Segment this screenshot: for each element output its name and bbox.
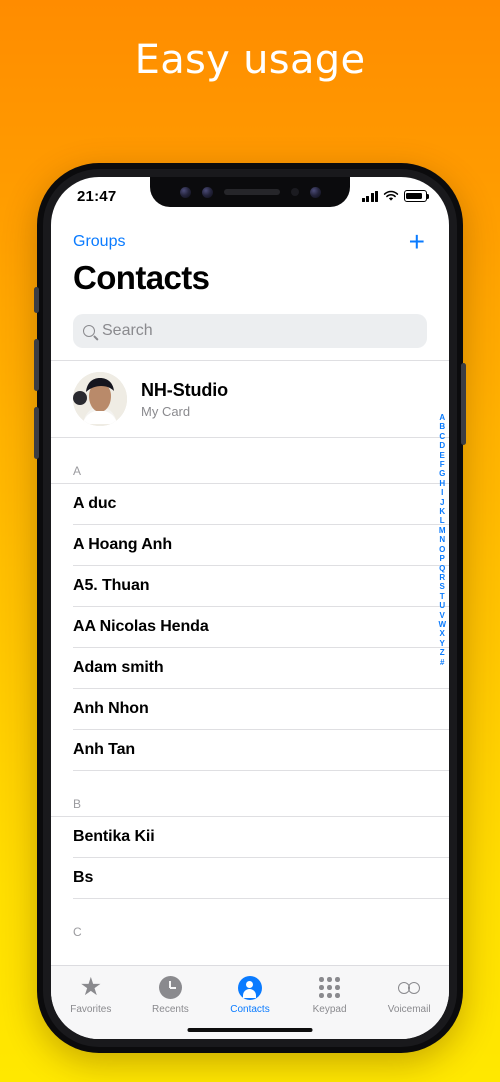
volume-up-button[interactable] — [34, 339, 39, 391]
list-item[interactable]: Bs — [51, 858, 449, 898]
list-item[interactable]: A duc — [51, 484, 449, 524]
tab-keypad[interactable]: Keypad — [290, 975, 370, 1015]
front-camera-icon — [309, 186, 321, 198]
notch — [150, 177, 350, 207]
volume-down-button[interactable] — [34, 407, 39, 459]
groups-button[interactable]: Groups — [73, 233, 125, 251]
page-title: Contacts — [73, 259, 210, 296]
alphabet-index-letter[interactable]: M — [439, 526, 446, 535]
search-input[interactable]: Search — [73, 314, 427, 348]
list-item[interactable]: Anh Tan — [51, 730, 449, 770]
alphabet-index-letter[interactable]: P — [440, 554, 445, 563]
list-item[interactable]: Bentika Kii — [51, 817, 449, 857]
status-time: 21:47 — [77, 187, 117, 205]
alphabet-index-letter[interactable]: X — [440, 629, 445, 638]
avatar — [73, 372, 127, 426]
alphabet-index-letter[interactable]: H — [439, 479, 445, 488]
wifi-icon — [383, 190, 399, 201]
search-icon — [83, 325, 95, 337]
list-item[interactable]: AA Nicolas Henda — [51, 607, 449, 647]
alphabet-index-letter[interactable]: B — [439, 422, 445, 431]
alphabet-index-letter[interactable]: A — [439, 413, 445, 422]
add-contact-button[interactable]: + — [409, 228, 427, 256]
star-icon: ★ — [79, 973, 102, 1001]
battery-icon — [404, 190, 430, 202]
clock-icon — [158, 975, 182, 1000]
camera-lens-icon — [179, 186, 191, 198]
alphabet-index-letter[interactable]: R — [439, 573, 445, 582]
alphabet-index-letter[interactable]: J — [440, 498, 444, 507]
tab-label: Recents — [152, 1004, 189, 1015]
ir-camera-icon — [201, 186, 213, 198]
keypad-dots-icon — [319, 975, 340, 1000]
alphabet-index-letter[interactable]: K — [439, 507, 445, 516]
section-header-c: C — [73, 925, 82, 939]
search-container: Search — [73, 314, 427, 348]
mute-switch-button[interactable] — [34, 287, 39, 313]
my-card-subtitle: My Card — [141, 403, 191, 419]
list-item[interactable]: A Hoang Anh — [51, 525, 449, 565]
tab-label: Favorites — [70, 1004, 112, 1015]
voicemail-icon — [398, 975, 421, 1000]
alphabet-index-letter[interactable]: F — [440, 460, 445, 469]
tab-recents[interactable]: Recents — [131, 975, 211, 1015]
tab-label: Contacts — [230, 1004, 270, 1015]
earpiece-speaker-icon — [223, 189, 280, 195]
list-item[interactable]: A5. Thuan — [51, 566, 449, 606]
status-indicators — [361, 186, 430, 202]
phone-mockup: 21:47 Groups + Contacts Search NH-Studio… — [34, 163, 466, 1053]
phone-screen: 21:47 Groups + Contacts Search NH-Studio… — [51, 177, 449, 1039]
page-headline: Easy usage — [134, 37, 366, 83]
tab-label: Voicemail — [387, 1004, 431, 1015]
person-circle-icon — [237, 975, 262, 1000]
tab-voicemail[interactable]: Voicemail — [369, 975, 449, 1015]
alphabet-index-letter[interactable]: I — [441, 488, 443, 497]
my-card-name: NH-Studio — [141, 379, 229, 400]
section-header-a: A — [73, 464, 82, 478]
alphabet-index-letter[interactable]: S — [440, 582, 445, 591]
alphabet-index-letter[interactable]: U — [439, 601, 445, 610]
alphabet-index-letter[interactable]: # — [440, 658, 444, 667]
navigation-bar: Groups + — [51, 225, 449, 259]
alphabet-index-letter[interactable]: Z — [440, 648, 445, 657]
my-card-row[interactable]: NH-Studio My Card — [51, 361, 449, 437]
tab-contacts[interactable]: Contacts — [210, 975, 290, 1015]
tab-label: Keypad — [312, 1004, 347, 1015]
alphabet-index-letter[interactable]: V — [440, 611, 445, 620]
alphabet-index-letter[interactable]: O — [439, 545, 445, 554]
alphabet-index-letter[interactable]: G — [439, 469, 445, 478]
alphabet-index-letter[interactable]: N — [439, 535, 445, 544]
section-header-b: B — [73, 797, 82, 811]
tab-favorites[interactable]: ★ Favorites — [51, 973, 131, 1016]
alphabet-index-letter[interactable]: W — [438, 620, 446, 629]
alphabet-index-letter[interactable]: T — [440, 592, 445, 601]
alphabet-index-letter[interactable]: E — [440, 451, 445, 460]
alphabet-index-letter[interactable]: Q — [439, 564, 445, 573]
signal-bars-icon — [361, 190, 378, 202]
list-item[interactable]: Adam smith — [51, 648, 449, 688]
proximity-sensor-icon — [290, 188, 299, 196]
search-placeholder: Search — [102, 322, 153, 339]
contacts-list[interactable]: NH-Studio My Card A A duc A Hoang Anh A5… — [51, 360, 449, 965]
alphabet-index[interactable]: A B C D E F G H I J K L M N O P Q R S T U V W X Y Z # — [438, 413, 446, 667]
alphabet-index-letter[interactable]: C — [439, 432, 445, 441]
alphabet-index-letter[interactable]: Y — [440, 639, 445, 648]
home-indicator[interactable] — [187, 1027, 313, 1032]
my-card-text: NH-Studio My Card — [141, 380, 228, 419]
list-item[interactable]: Anh Nhon — [51, 689, 449, 729]
power-button[interactable] — [461, 363, 466, 445]
alphabet-index-letter[interactable]: L — [440, 516, 445, 525]
alphabet-index-letter[interactable]: D — [439, 441, 445, 450]
